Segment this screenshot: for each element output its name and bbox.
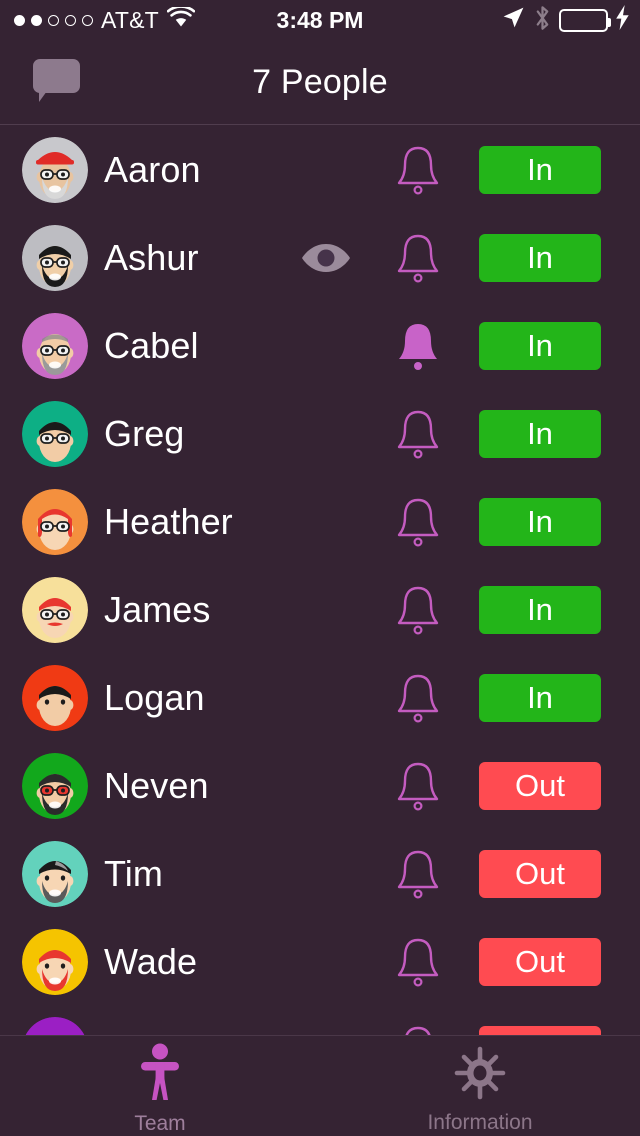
status-badge-out[interactable]: Out — [479, 762, 601, 810]
person-row[interactable]: Greg In — [0, 390, 640, 478]
people-list[interactable]: Aaron In Ashur In Cabel In Greg In Heath… — [0, 126, 640, 1035]
bell-filled-icon[interactable] — [392, 319, 444, 373]
bell-outline-icon[interactable] — [392, 1023, 444, 1035]
person-name: Logan — [104, 677, 205, 718]
person-name: Heather — [104, 501, 233, 542]
person-name: Greg — [104, 413, 185, 454]
person-row[interactable]: James In — [0, 566, 640, 654]
app-root: AT&T 3:48 PM 7 People Aaron In Ashur In … — [0, 0, 640, 1136]
bell-outline-icon[interactable] — [392, 847, 444, 901]
avatar — [22, 841, 88, 907]
page-title: 7 People — [252, 63, 388, 101]
bluetooth-icon — [534, 5, 551, 36]
bell-outline-icon[interactable] — [392, 407, 444, 461]
avatar — [22, 401, 88, 467]
lightning-bolt-icon — [616, 5, 630, 35]
bell-outline-icon[interactable] — [392, 583, 444, 637]
tab-team-label: Team — [134, 1111, 186, 1135]
status-badge-in[interactable]: In — [479, 322, 601, 370]
person-name: Wade — [104, 941, 198, 982]
gear-icon — [454, 1044, 506, 1105]
bell-outline-icon[interactable] — [392, 935, 444, 989]
navigation-bar: 7 People — [0, 40, 640, 125]
location-arrow-icon — [501, 5, 526, 35]
person-row[interactable]: Wade Out — [0, 918, 640, 1006]
avatar — [22, 753, 88, 819]
person-row[interactable]: Aaron In — [0, 126, 640, 214]
person-name: James — [104, 589, 211, 630]
status-bar: AT&T 3:48 PM — [0, 0, 640, 40]
bell-outline-icon[interactable] — [392, 231, 444, 285]
person-name: Aaron — [104, 149, 201, 190]
status-badge-in[interactable]: In — [479, 410, 601, 458]
avatar — [22, 1017, 88, 1035]
person-icon — [137, 1043, 183, 1106]
person-row[interactable]: Neven Out — [0, 742, 640, 830]
person-name: Cabel — [104, 325, 199, 366]
person-row[interactable]: Tim Out — [0, 830, 640, 918]
status-bar-right — [501, 5, 630, 36]
tab-information[interactable]: Information — [320, 1036, 640, 1136]
eye-icon[interactable] — [300, 241, 352, 275]
status-badge-in[interactable]: In — [479, 234, 601, 282]
avatar — [22, 225, 88, 291]
person-row[interactable]: Logan In — [0, 654, 640, 742]
status-badge-in[interactable]: In — [479, 674, 601, 722]
person-row[interactable]: Out — [0, 1006, 640, 1035]
status-badge-out[interactable]: Out — [479, 1026, 601, 1035]
person-name: Neven — [104, 765, 209, 806]
bell-outline-icon[interactable] — [392, 759, 444, 813]
person-row[interactable]: Ashur In — [0, 214, 640, 302]
person-row[interactable]: Cabel In — [0, 302, 640, 390]
person-row[interactable]: Heather In — [0, 478, 640, 566]
bell-outline-icon[interactable] — [392, 143, 444, 197]
person-name: Ashur — [104, 237, 199, 278]
avatar — [22, 929, 88, 995]
tab-bar: Team Information — [0, 1035, 640, 1136]
person-name: Tim — [104, 853, 163, 894]
status-badge-out[interactable]: Out — [479, 938, 601, 986]
status-badge-in[interactable]: In — [479, 498, 601, 546]
status-badge-out[interactable]: Out — [479, 850, 601, 898]
avatar — [22, 313, 88, 379]
avatar — [22, 489, 88, 555]
tab-team[interactable]: Team — [0, 1036, 320, 1136]
avatar — [22, 665, 88, 731]
status-badge-in[interactable]: In — [479, 146, 601, 194]
status-badge-in[interactable]: In — [479, 586, 601, 634]
tab-information-label: Information — [427, 1110, 533, 1134]
battery-cap — [608, 17, 611, 27]
battery-icon — [559, 8, 611, 32]
bell-outline-icon[interactable] — [392, 671, 444, 725]
bell-outline-icon[interactable] — [392, 495, 444, 549]
avatar — [22, 137, 88, 203]
avatar — [22, 577, 88, 643]
